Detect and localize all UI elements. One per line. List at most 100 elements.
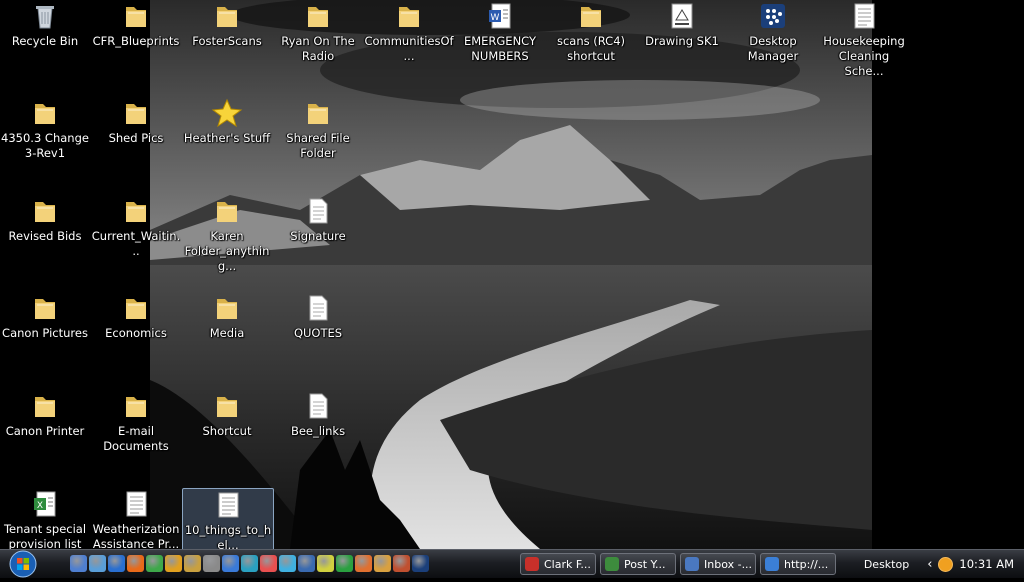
desktop-icon-label: FosterScans xyxy=(192,34,262,48)
desktop-icon-label: Tenant special provision list xyxy=(3,522,87,551)
app-icon xyxy=(605,557,619,571)
folder-icon xyxy=(217,7,237,27)
folder-icon xyxy=(126,202,146,222)
desktop-icon-label: E-mail Documents xyxy=(103,424,169,453)
quick-launch-icon[interactable] xyxy=(279,555,296,572)
folder-icon xyxy=(126,104,146,124)
desktop-icon[interactable]: QUOTES xyxy=(273,292,363,341)
start-button[interactable] xyxy=(4,550,42,578)
desktop-icon[interactable]: Heather's Stuff xyxy=(182,97,272,146)
desktop-icon-label: Shortcut xyxy=(202,424,252,438)
quick-launch-icon[interactable] xyxy=(89,555,106,572)
desktop-icon-label: Media xyxy=(209,326,245,340)
windows-orb-icon xyxy=(9,550,37,578)
desktop-icon[interactable]: Shed Pics xyxy=(91,97,181,146)
desktop-icon-label: EMERGENCY NUMBERS xyxy=(463,34,537,63)
quick-launch-icon[interactable] xyxy=(393,555,410,572)
desktop-icon-label: Housekeeping Cleaning Sche... xyxy=(823,34,905,78)
desktop-icon[interactable]: Revised Bids xyxy=(0,195,90,244)
show-hidden-icons-icon[interactable]: ‹ xyxy=(927,557,932,572)
desktop-icon[interactable]: Canon Pictures xyxy=(0,292,90,341)
text-icon xyxy=(309,393,328,419)
quick-launch-icon[interactable] xyxy=(241,555,258,572)
desktop-icon[interactable]: W EMERGENCY NUMBERS xyxy=(455,0,545,64)
desktop-icon[interactable]: Signature xyxy=(273,195,363,244)
desktop-icon-label: Signature xyxy=(290,229,346,243)
desktop-icon-label: Economics xyxy=(105,326,167,340)
quick-launch-icon[interactable] xyxy=(336,555,353,572)
quick-launch-icon[interactable] xyxy=(298,555,315,572)
desktop-icon[interactable]: Canon Printer xyxy=(0,390,90,439)
desktop-toolbar-label[interactable]: Desktop xyxy=(864,558,909,571)
wallpaper-image xyxy=(150,0,872,549)
desktop-icon-label: Shed Pics xyxy=(108,131,164,145)
desktop-icon[interactable]: Drawing SK1 xyxy=(637,0,727,49)
blackberry-icon xyxy=(761,4,785,28)
quick-launch-icon[interactable] xyxy=(165,555,182,572)
desktop-icon-label: Heather's Stuff xyxy=(183,131,271,145)
desktop-icon[interactable]: Shared File Folder xyxy=(273,97,363,161)
clock[interactable]: 10:31 AM xyxy=(959,557,1014,571)
desktop-icon[interactable]: Karen Folder_anything... xyxy=(182,195,272,274)
desktop-icon[interactable]: CommunitiesOf... xyxy=(364,0,454,64)
taskbar-button[interactable]: Inbox -... xyxy=(680,553,756,575)
desktop-icon-label: scans (RC4) shortcut xyxy=(556,34,626,63)
doc-icon xyxy=(218,492,239,518)
desktop-icon[interactable]: Media xyxy=(182,292,272,341)
desktop-icon-label: CommunitiesOf... xyxy=(364,34,454,63)
quick-launch-icon[interactable] xyxy=(70,555,87,572)
desktop-icon[interactable]: 4350.3 Change 3-Rev1 xyxy=(0,97,90,161)
desktop-icon[interactable]: Economics xyxy=(91,292,181,341)
folder-icon xyxy=(126,299,146,319)
folder-icon xyxy=(217,299,237,319)
desktop-icon[interactable]: Desktop Manager xyxy=(728,0,818,64)
taskbar-button-label: Post Y... xyxy=(624,557,666,571)
desktop-icon[interactable]: CFR_Blueprints xyxy=(91,0,181,49)
quick-launch-icon[interactable] xyxy=(355,555,372,572)
task-buttons: Clark F... Post Y... Inbox -... http://... xyxy=(520,553,836,575)
quick-launch-icon[interactable] xyxy=(317,555,334,572)
quick-launch-icon[interactable] xyxy=(374,555,391,572)
quick-launch-icon[interactable] xyxy=(260,555,277,572)
doc-icon xyxy=(126,491,147,517)
folder-icon xyxy=(217,397,237,417)
desktop-icon-label: QUOTES xyxy=(293,326,343,340)
quick-launch-icon[interactable] xyxy=(127,555,144,572)
desktop-icon-label: Bee_links xyxy=(290,424,346,438)
desktop-icon[interactable]: Current_Waitin... xyxy=(91,195,181,259)
desktop-icon[interactable]: Shortcut xyxy=(182,390,272,439)
quick-launch-icon[interactable] xyxy=(203,555,220,572)
desktop-icon-label: Ryan On The Radio xyxy=(281,34,355,63)
desktop-icon-label: Current_Waitin... xyxy=(91,229,181,258)
quick-launch-bar xyxy=(70,555,429,573)
quick-launch-icon[interactable] xyxy=(222,555,239,572)
taskbar-button[interactable]: http://... xyxy=(760,553,836,575)
desktop-icon[interactable]: scans (RC4) shortcut xyxy=(546,0,636,64)
folder-icon xyxy=(308,7,328,27)
desktop-icon[interactable]: Ryan On The Radio xyxy=(273,0,363,64)
word-icon: W xyxy=(489,3,511,29)
desktop-icon-label: Canon Pictures xyxy=(2,326,88,340)
desktop-icon[interactable]: 10_things_to_hel... xyxy=(182,488,274,554)
quick-launch-icon[interactable] xyxy=(108,555,125,572)
taskbar: Clark F... Post Y... Inbox -... http://... … xyxy=(0,549,1024,578)
app-icon xyxy=(525,557,539,571)
desktop-icon[interactable]: E-mail Documents xyxy=(91,390,181,454)
desktop-icon[interactable]: Weatherization Assistance Pr... xyxy=(91,488,181,552)
folder-icon xyxy=(35,104,55,124)
svg-text:X: X xyxy=(37,501,43,511)
desktop-icon[interactable]: FosterScans xyxy=(182,0,272,49)
taskbar-button-label: Clark F... xyxy=(544,557,591,571)
desktop-icon[interactable]: X Tenant special provision list xyxy=(0,488,90,552)
desktop-icon[interactable]: Recycle Bin xyxy=(0,0,90,49)
excel-icon: X xyxy=(34,491,56,517)
taskbar-button[interactable]: Clark F... xyxy=(520,553,596,575)
quick-launch-icon[interactable] xyxy=(146,555,163,572)
quick-launch-icon[interactable] xyxy=(184,555,201,572)
desktop-icon[interactable]: Bee_links xyxy=(273,390,363,439)
desktop-icon[interactable]: Housekeeping Cleaning Sche... xyxy=(819,0,909,79)
taskbar-button[interactable]: Post Y... xyxy=(600,553,676,575)
star-icon xyxy=(211,98,243,128)
tray-app-icon[interactable] xyxy=(938,556,954,572)
quick-launch-icon[interactable] xyxy=(412,555,429,572)
